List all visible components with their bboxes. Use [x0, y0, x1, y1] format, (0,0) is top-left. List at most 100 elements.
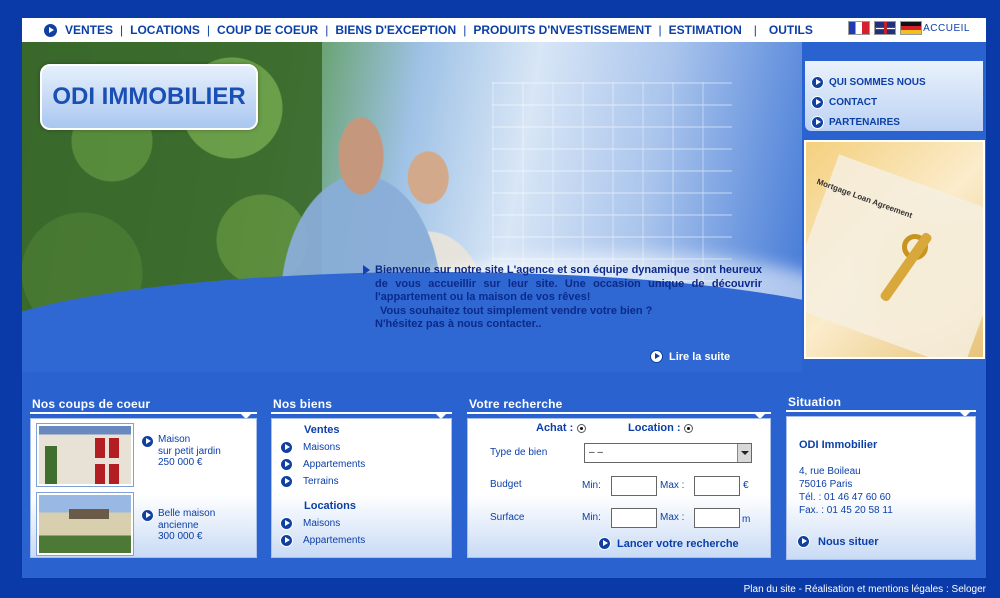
accueil-link[interactable]: ACCUEIL [923, 23, 970, 34]
plan-du-site-link[interactable]: Plan du site [744, 584, 796, 595]
situation-panel: Situation ODI Immobilier 4, rue Boileau … [786, 394, 976, 560]
budget-min-input[interactable] [611, 476, 657, 496]
nav-separator: | [206, 23, 211, 37]
achat-radio[interactable] [577, 424, 586, 433]
phone: Tél. : 01 46 47 60 60 [799, 492, 891, 503]
chevron-down-icon[interactable] [737, 444, 751, 462]
locations-appartements-link[interactable]: Appartements [280, 532, 451, 549]
side-menu-label: CONTACT [829, 96, 878, 108]
budget-label: Budget [490, 479, 522, 490]
side-menu-partenaires[interactable]: PARTENAIRES [805, 112, 983, 132]
footer: Plan du site - Réalisation et mentions l… [744, 584, 986, 595]
arrow-circle-icon [280, 517, 293, 530]
side-menu: QUI SOMMES NOUS CONTACT PARTENAIRES [805, 61, 983, 131]
arrow-circle-icon [811, 75, 824, 89]
flag-de-icon[interactable] [900, 21, 922, 35]
nav-separator: | [658, 23, 662, 37]
top-nav: VENTES | LOCATIONS | COUP DE COEUR | BIE… [22, 18, 986, 42]
property-name: Maison [158, 434, 191, 445]
flag-fr-icon[interactable] [848, 21, 870, 35]
footer-separator: : [943, 584, 952, 595]
property-price: 300 000 € [158, 531, 203, 542]
panel-body: ODI Immobilier 4, rue Boileau 75016 Pari… [786, 416, 976, 560]
nav-item-estimation[interactable]: ESTIMATION [669, 23, 742, 37]
property-text: Maison sur petit jardin 250 000 € [158, 434, 221, 469]
address-line: 4, rue Boileau [799, 466, 861, 477]
nous-situer-link[interactable]: Nous situer [797, 535, 879, 548]
logo-text: ODI IMMOBILIER [52, 83, 246, 110]
side-menu-qui-sommes-nous[interactable]: QUI SOMMES NOUS [805, 72, 983, 92]
welcome-line: N'hésitez pas à nous contacter.. [375, 318, 542, 330]
budget-max-input[interactable] [694, 476, 740, 496]
location-label: Location : [628, 422, 681, 434]
ventes-appartements-link[interactable]: Appartements [280, 456, 451, 473]
property-item[interactable]: Maison sur petit jardin 250 000 € [141, 434, 221, 469]
location-radio[interactable] [684, 424, 693, 433]
arrow-circle-icon [598, 537, 611, 550]
link-label: Maisons [303, 442, 341, 453]
coups-de-coeur-panel: Nos coups de coeur Maison sur petit jard… [30, 396, 257, 558]
link-label: Appartements [303, 535, 366, 546]
link-label: Appartements [303, 459, 366, 470]
surface-max-input[interactable] [694, 508, 740, 528]
keys-image: Mortgage Loan Agreement [804, 140, 985, 359]
achat-label: Achat : [536, 422, 574, 434]
ventes-terrains-link[interactable]: Terrains [280, 473, 451, 490]
locations-maisons-link[interactable]: Maisons [280, 515, 451, 532]
select-value: – – [589, 447, 603, 458]
flag-uk-icon[interactable] [874, 21, 896, 35]
property-item[interactable]: Belle maison ancienne 300 000 € [141, 508, 215, 543]
site-logo[interactable]: ODI IMMOBILIER [40, 64, 258, 130]
arrow-circle-icon [811, 95, 824, 109]
company-name: ODI Immobilier [799, 439, 878, 451]
panel-header: Votre recherche [467, 396, 771, 419]
nav-separator: | [463, 23, 467, 37]
nav-item-coup-de-coeur[interactable]: COUP DE COEUR [217, 23, 318, 37]
search-button[interactable]: Lancer votre recherche [598, 537, 739, 550]
arrow-circle-icon [280, 441, 293, 454]
ventes-heading: Ventes [304, 424, 340, 436]
property-desc: sur petit jardin [158, 445, 221, 457]
property-desc: ancienne [158, 519, 199, 531]
nous-situer-label: Nous situer [818, 535, 879, 548]
link-label: Terrains [303, 476, 339, 487]
side-menu-contact[interactable]: CONTACT [805, 92, 983, 112]
nav-item-ventes[interactable]: VENTES [65, 23, 113, 37]
ventes-maisons-link[interactable]: Maisons [280, 439, 451, 456]
seloger-link[interactable]: Seloger [952, 584, 986, 595]
nav-separator: | [120, 23, 124, 37]
panel-title: Nos biens [273, 397, 333, 411]
type-de-bien-select[interactable]: – – [584, 443, 752, 463]
property-thumbnail[interactable] [37, 493, 133, 555]
locations-heading: Locations [304, 500, 356, 512]
arrow-circle-icon [650, 350, 663, 363]
arrow-circle-icon [141, 509, 154, 522]
arrow-circle-icon [811, 115, 824, 129]
mentions-legales-link[interactable]: Réalisation et mentions légales [805, 584, 943, 595]
panel-body: Maison sur petit jardin 250 000 € Belle … [30, 418, 257, 558]
panel-title: Votre recherche [469, 397, 563, 411]
welcome-line: Vous souhaitez tout simplement vendre vo… [380, 304, 653, 317]
nav-item-produits-investissement[interactable]: PRODUITS D'NVESTISSEMENT [473, 23, 651, 37]
address-line: 75016 Paris [799, 479, 853, 490]
surface-min-input[interactable] [611, 508, 657, 528]
nos-biens-panel: Nos biens Ventes Maisons Appartements Te… [271, 396, 452, 558]
m-unit: m [742, 514, 751, 525]
arrow-circle-icon [141, 435, 154, 448]
read-more-label: Lire la suite [669, 350, 731, 363]
nav-item-outils[interactable]: OUTILS [769, 23, 813, 37]
nav-separator: | [753, 23, 757, 37]
panel-header: Nos coups de coeur [30, 396, 257, 419]
budget-max-label: Max : [660, 480, 685, 491]
nav-separator: | [325, 23, 329, 37]
fax: Fax. : 01 45 20 58 11 [799, 505, 893, 516]
surface-min-label: Min: [582, 512, 601, 523]
property-thumbnail[interactable] [37, 424, 133, 486]
read-more-link[interactable]: Lire la suite [650, 350, 730, 363]
property-name: Belle maison [158, 508, 216, 519]
arrow-circle-icon [280, 475, 293, 488]
nav-item-biens-exception[interactable]: BIENS D'EXCEPTION [335, 23, 456, 37]
arrow-circle-icon [797, 535, 810, 548]
language-flags [848, 21, 922, 35]
nav-item-locations[interactable]: LOCATIONS [130, 23, 200, 37]
